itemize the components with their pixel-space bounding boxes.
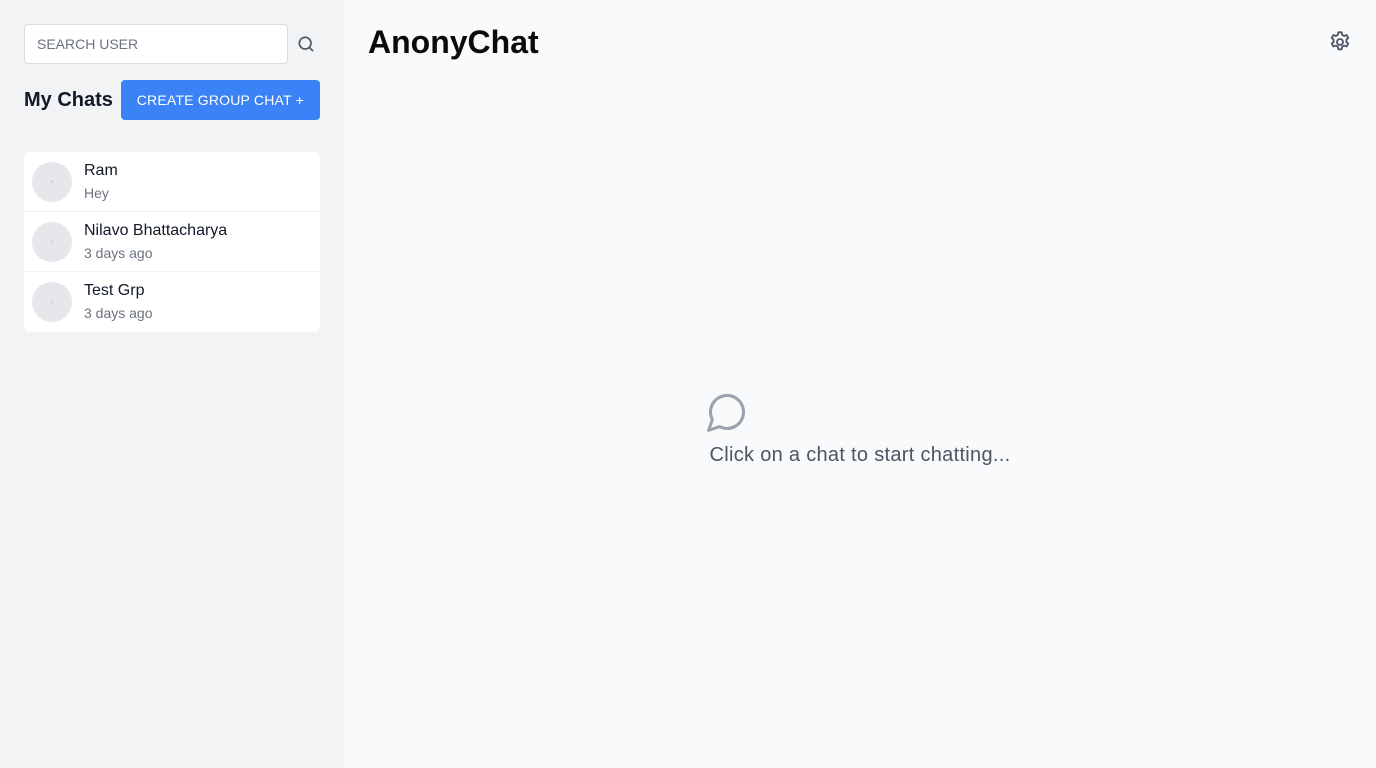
chat-list-item[interactable]: Nilavo Bhattacharya 3 days ago: [24, 212, 320, 272]
empty-state-text: Click on a chat to start chatting...: [709, 444, 1011, 466]
chat-name: Nilavo Bhattacharya: [84, 221, 228, 239]
gear-icon[interactable]: [1328, 30, 1352, 54]
chats-header: My Chats CREATE GROUP CHAT +: [24, 80, 320, 120]
search-input[interactable]: [24, 24, 289, 64]
search-bar: [24, 24, 320, 64]
search-icon[interactable]: [292, 30, 320, 58]
chat-list: Ram Hey Nilavo Bhattacharya 3 days ago T…: [24, 152, 320, 332]
empty-state: Click on a chat to start chatting...: [344, 390, 1376, 467]
chat-name: Ram: [84, 161, 118, 179]
chat-list-item[interactable]: Ram Hey: [24, 152, 320, 212]
chat-subtitle: 3 days ago: [84, 244, 153, 261]
chat-list-item[interactable]: Test Grp 3 days ago: [24, 272, 320, 332]
sidebar: My Chats CREATE GROUP CHAT + Ram Hey Nil…: [0, 0, 344, 768]
create-group-chat-button[interactable]: CREATE GROUP CHAT +: [120, 80, 320, 120]
chat-meta: Test Grp 3 days ago: [84, 281, 153, 323]
chat-name: Test Grp: [84, 282, 145, 299]
chat-subtitle: Hey: [84, 184, 109, 201]
avatar-placeholder-icon: [50, 300, 54, 304]
chat-meta: Nilavo Bhattacharya 3 days ago: [84, 221, 227, 263]
avatar-placeholder-icon: [50, 240, 54, 243]
avatar: [32, 282, 72, 322]
my-chats-title: My Chats: [24, 88, 113, 111]
app-root: My Chats CREATE GROUP CHAT + Ram Hey Nil…: [0, 0, 1376, 768]
avatar: [32, 161, 72, 202]
chat-bubble-icon: [705, 390, 749, 434]
avatar-placeholder-icon: [50, 180, 54, 183]
chat-subtitle: 3 days ago: [84, 305, 153, 321]
avatar: [32, 221, 72, 262]
chat-meta: Ram Hey: [84, 161, 118, 203]
app-title: AnonyChat: [368, 24, 539, 60]
main-panel: AnonyChat Click on a chat to start chatt…: [344, 0, 1376, 768]
